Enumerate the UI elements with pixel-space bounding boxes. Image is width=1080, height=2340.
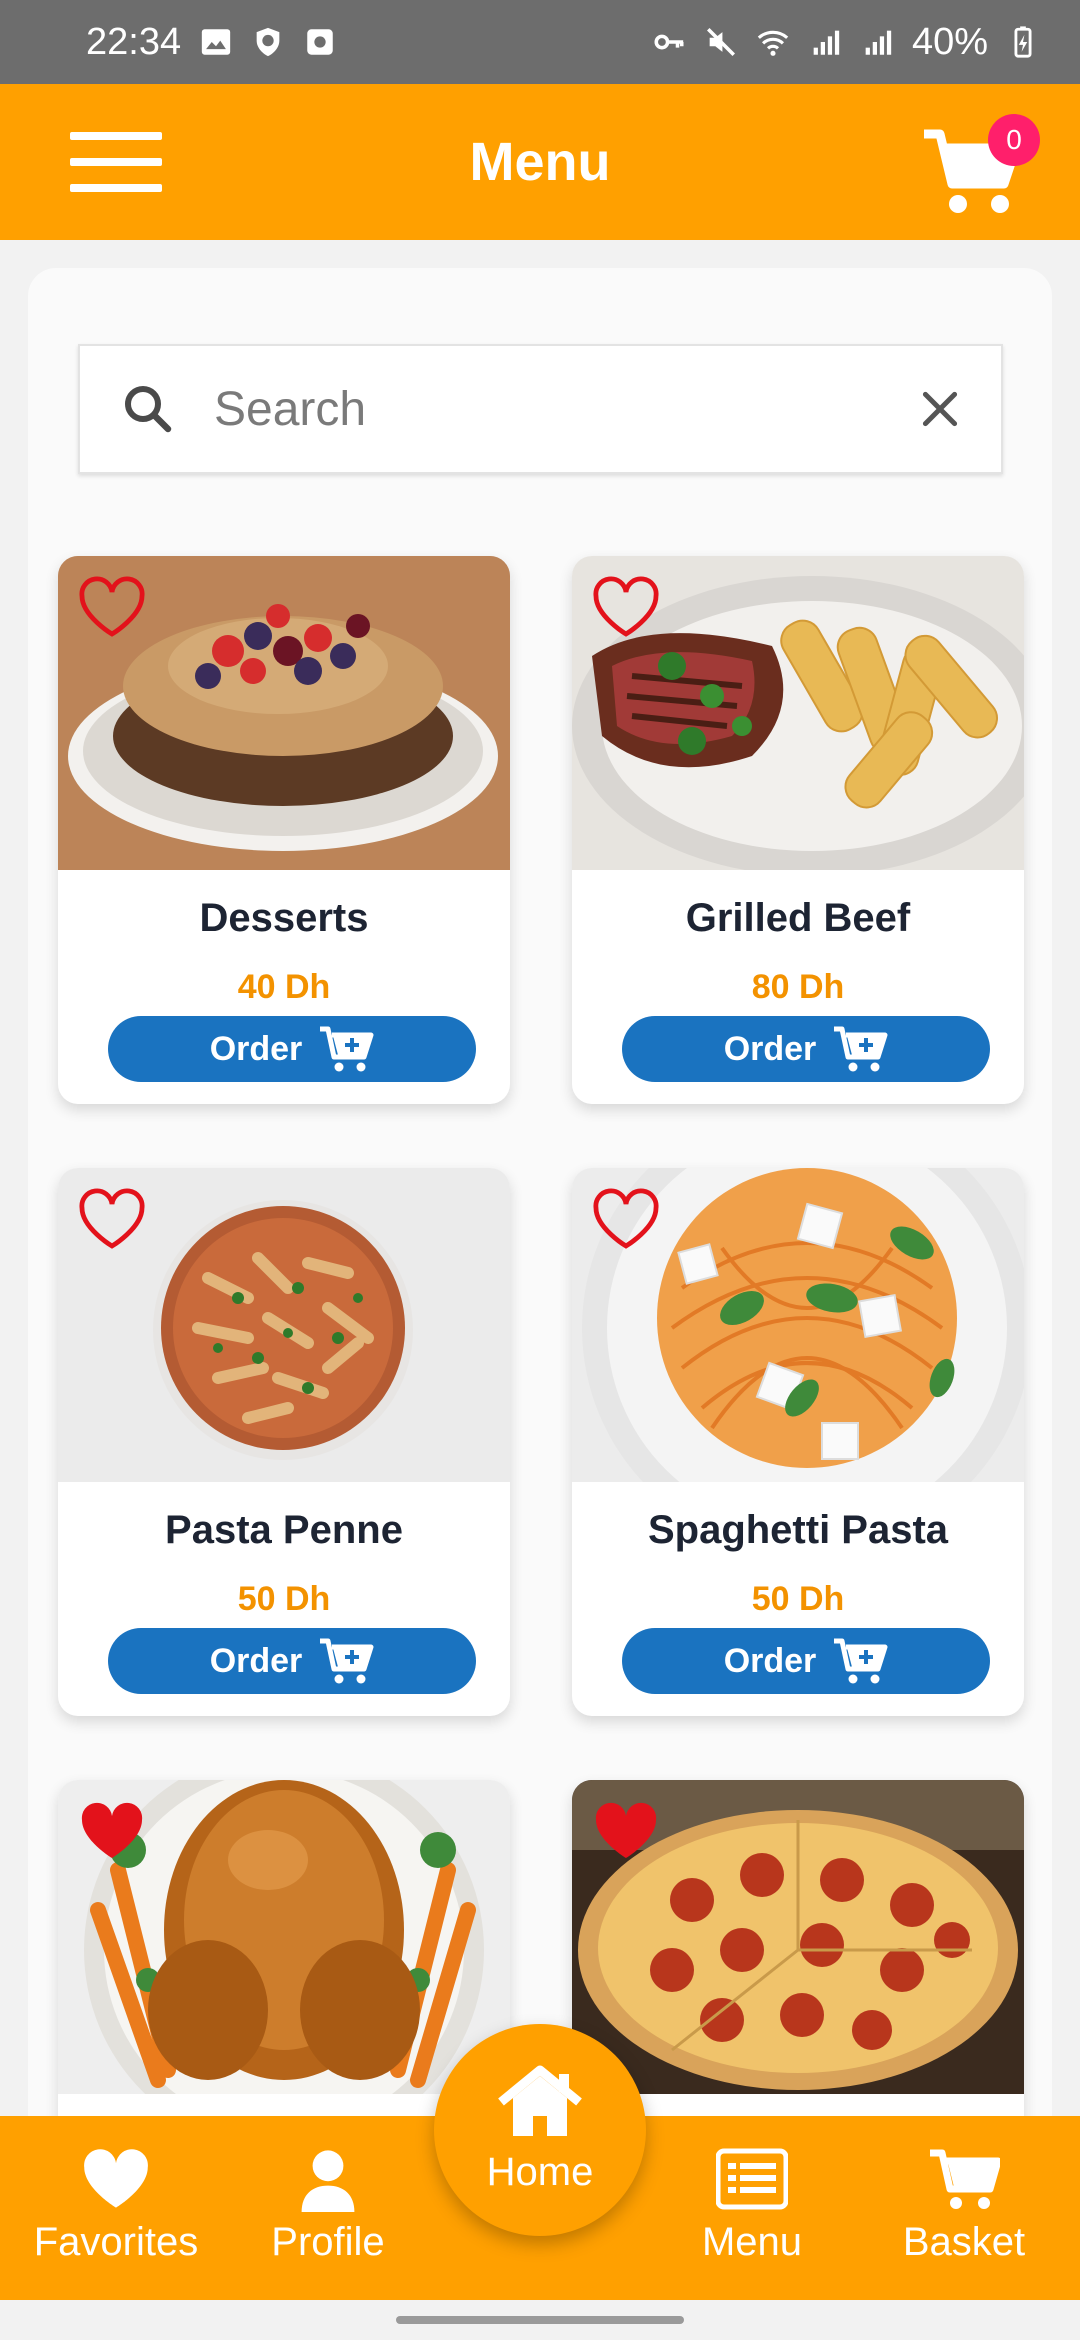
nav-favorites-label: Favorites [33,2220,199,2264]
add-to-cart-icon [834,1026,888,1072]
search-bar [78,344,1003,474]
cart-count-badge: 0 [988,114,1040,166]
order-button[interactable]: Order [108,1628,476,1694]
home-label: Home [486,2150,594,2194]
item-name: Desserts [199,896,369,940]
item-name: Pasta Penne [165,1508,403,1552]
heart-outline-icon[interactable] [592,576,660,638]
heart-outline-icon[interactable] [78,1188,146,1250]
home-icon [498,2065,582,2136]
nav-menu[interactable]: Menu [652,2146,852,2265]
add-to-cart-icon [320,1026,374,1072]
order-button[interactable]: Order [622,1628,990,1694]
item-price: 50 Dh [751,1580,845,1618]
hamburger-line [70,132,162,140]
battery-charging-icon [1006,25,1040,59]
order-label: Order [209,1641,303,1680]
item-price: 40 Dh [237,968,331,1006]
heart-outline-icon[interactable] [592,1188,660,1250]
order-button[interactable]: Order [108,1016,476,1082]
add-to-cart-icon [834,1638,888,1684]
app-header: Menu 0 [0,84,1080,240]
basket-cart-icon [930,2149,1000,2209]
menu-list-icon [716,2148,788,2210]
battery-level: 40% [911,20,988,63]
signal-icon [808,25,842,59]
shield-icon [251,25,285,59]
hamburger-menu-icon[interactable] [70,132,162,192]
menu-card-spaghetti-pasta[interactable]: Spaghetti Pasta 50 Dh Order [572,1168,1024,1716]
page-title: Menu [469,132,611,192]
hamburger-line [70,184,162,192]
nav-menu-label: Menu [701,2220,803,2264]
cart-button[interactable]: 0 [920,114,1040,214]
mute-icon [704,25,738,59]
nav-favorites[interactable]: Favorites [16,2146,216,2265]
heart-filled-icon[interactable] [592,1800,660,1862]
nav-basket-label: Basket [902,2220,1026,2264]
status-left: 22:34 [86,21,337,64]
item-name: Spaghetti Pasta [647,1508,949,1552]
menu-card-pasta-penne[interactable]: Pasta Penne 50 Dh Order [58,1168,510,1716]
order-button[interactable]: Order [622,1016,990,1082]
search-input[interactable] [214,381,915,437]
item-price: 80 Dh [751,968,845,1006]
search-icon[interactable] [118,379,178,439]
order-label: Order [723,1029,817,1068]
signal-2-icon [860,25,894,59]
order-label: Order [209,1029,303,1068]
status-bar: 22:34 40% [0,0,1080,84]
close-icon[interactable] [915,384,965,434]
home-button[interactable]: Home [434,2024,646,2236]
nav-profile[interactable]: Profile [228,2146,428,2265]
add-to-cart-icon [320,1638,374,1684]
menu-card-desserts[interactable]: Desserts 40 Dh Order [58,556,510,1104]
gesture-bar [0,2300,1080,2340]
item-name: Grilled Beef [685,896,911,940]
status-time: 22:34 [86,20,182,63]
hamburger-line [70,158,162,166]
user-icon [301,2150,355,2212]
home-indicator[interactable] [396,2316,684,2324]
status-right: 40% [652,21,1040,64]
heart-outline-icon[interactable] [78,576,146,638]
order-label: Order [723,1641,817,1680]
wifi-icon [756,25,790,59]
menu-card-grilled-beef[interactable]: Grilled Beef 80 Dh Order [572,556,1024,1104]
nav-profile-label: Profile [271,2220,385,2264]
screenshot-icon [303,25,337,59]
key-icon [652,25,686,59]
heart-filled-icon[interactable] [78,1800,146,1862]
nav-basket[interactable]: Basket [864,2146,1064,2265]
gallery-icon [199,25,233,59]
app-screen: 22:34 40% Menu 0 Search Desserts 40 Dh O… [0,0,1080,2340]
item-price: 50 Dh [237,1580,331,1618]
heart-icon [84,2149,148,2208]
